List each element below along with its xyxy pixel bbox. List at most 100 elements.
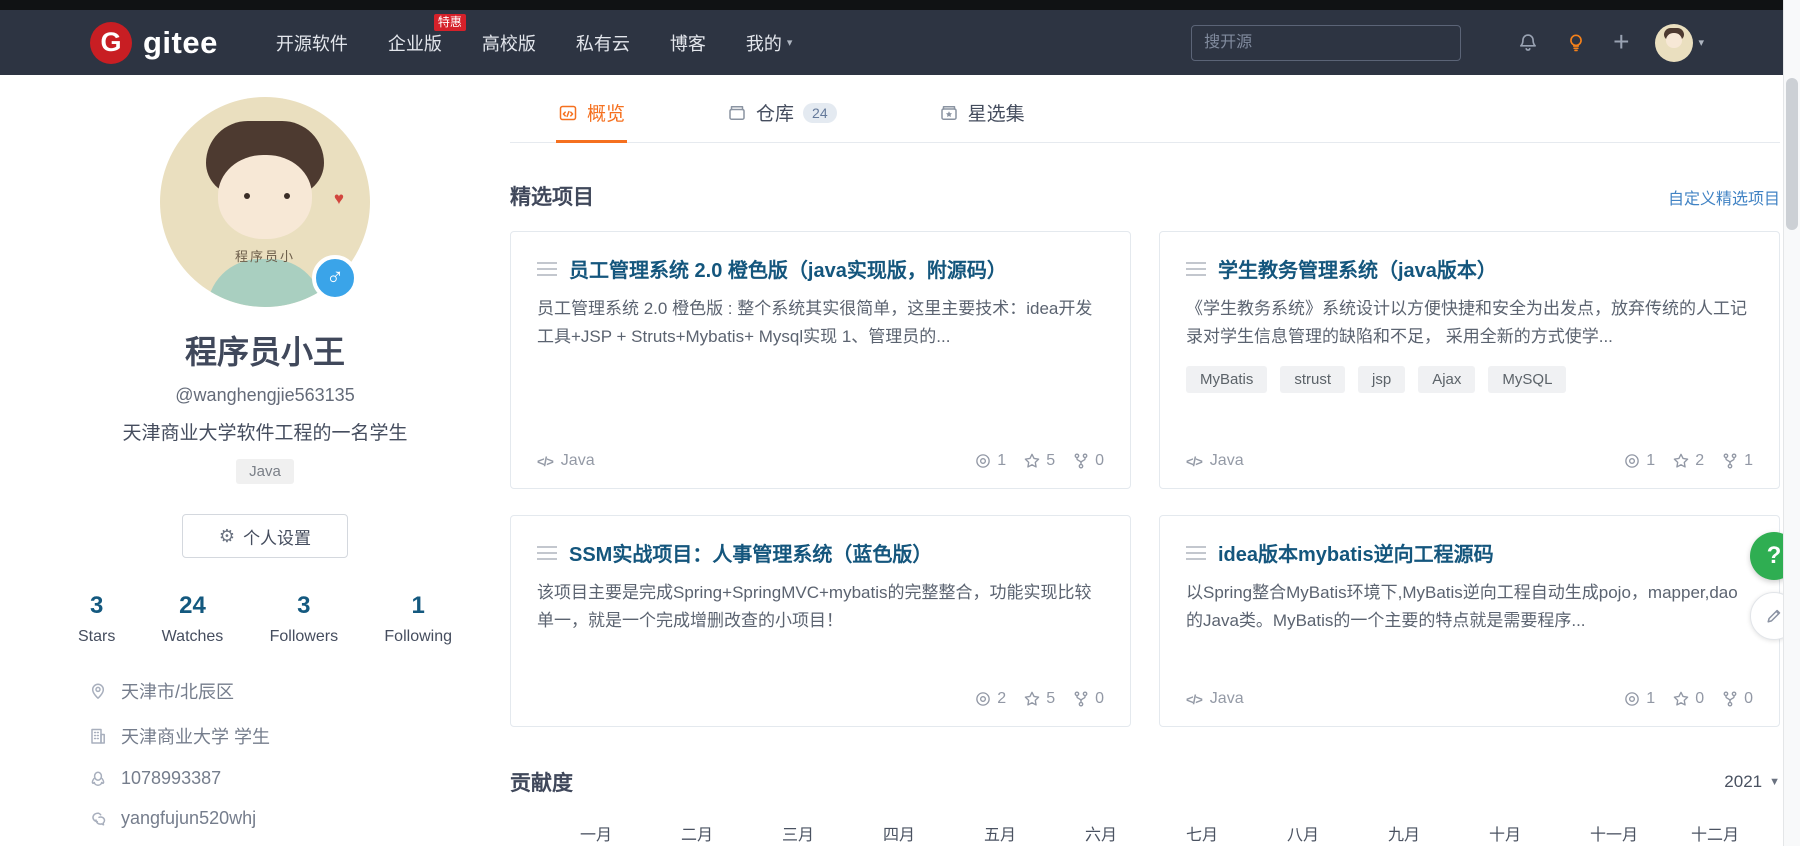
bell-icon[interactable] (1517, 32, 1539, 54)
profile-stat[interactable]: 24 Watches (162, 592, 224, 646)
drag-handle-icon[interactable] (537, 262, 557, 276)
profile-tabs: 概览 仓库 24 星选集 (510, 85, 1780, 143)
project-card: idea版本mybatis逆向工程源码 以Spring整合MyBatis环境下,… (1159, 515, 1780, 727)
watch-count[interactable]: 1 (974, 452, 1006, 470)
profile-detail: 天津商业大学 学生 (88, 723, 464, 749)
avatar (1655, 24, 1693, 62)
month-label: 十一月 (1578, 821, 1679, 845)
top-strip (0, 0, 1800, 10)
watch-count[interactable]: 2 (974, 690, 1006, 708)
project-tag[interactable]: jsp (1358, 366, 1405, 393)
fork-count[interactable]: 0 (1721, 690, 1753, 708)
fork-count[interactable]: 0 (1072, 690, 1104, 708)
star-count[interactable]: 0 (1672, 690, 1704, 708)
gear-icon: ⚙ (219, 526, 235, 547)
month-label: 八月 (1275, 821, 1376, 845)
fork-icon (1072, 690, 1090, 708)
plus-icon[interactable]: + (1613, 28, 1629, 57)
project-tag[interactable]: strust (1280, 366, 1345, 393)
project-tag[interactable]: Ajax (1418, 366, 1475, 393)
project-title-link[interactable]: 员工管理系统 2.0 橙色版（java实现版，附源码） (569, 254, 1007, 283)
fork-count[interactable]: 1 (1721, 452, 1753, 470)
profile-details: 天津市/北辰区 天津商业大学 学生 1078993387 yangfujun52… (66, 678, 464, 846)
watch-count[interactable]: 1 (1623, 452, 1655, 470)
year-selector[interactable]: 2021 ▼ (1724, 772, 1780, 792)
pencil-icon (1764, 606, 1784, 626)
project-language: </> Java (1186, 690, 1244, 708)
project-language: </> Java (537, 452, 595, 470)
nav-item[interactable]: 开源软件 (276, 30, 348, 56)
navbar: G gitee 开源软件 企业版 特惠 高校版 私有云 博客 我的 ▾ + ▾ (0, 10, 1800, 75)
male-icon: ♂ (312, 255, 358, 301)
profile-stat[interactable]: 1 Following (384, 592, 452, 646)
profile-stats: 3 Stars 24 Watches 3 Followers 1 Followi… (66, 592, 464, 646)
project-tag[interactable]: MySQL (1488, 366, 1566, 393)
chevron-down-icon: ▾ (1698, 36, 1704, 49)
month-label: 九月 (1376, 821, 1477, 845)
project-tag[interactable]: MyBatis (1186, 366, 1267, 393)
month-label: 十月 (1477, 821, 1578, 845)
star-icon (1672, 452, 1690, 470)
profile-stat[interactable]: 3 Followers (270, 592, 338, 646)
tab[interactable]: 仓库 24 (725, 85, 839, 143)
chevron-down-icon: ▼ (1769, 776, 1780, 788)
settings-button[interactable]: ⚙ 个人设置 (182, 514, 348, 558)
project-title-link[interactable]: idea版本mybatis逆向工程源码 (1218, 538, 1494, 567)
project-description: 该项目主要是完成Spring+SpringMVC+mybatis的完整整合，功能… (537, 579, 1104, 634)
featured-projects-grid: 员工管理系统 2.0 橙色版（java实现版，附源码） 员工管理系统 2.0 橙… (510, 231, 1780, 727)
profile-stat[interactable]: 3 Stars (78, 592, 115, 646)
profile-sidebar: ♥ 程序员小 ♂ 程序员小王 @wanghengjie563135 天津商业大学… (66, 75, 464, 846)
tab[interactable]: 概览 (556, 85, 627, 143)
location-icon (88, 681, 108, 701)
nav-item[interactable]: 企业版 特惠 (388, 30, 442, 56)
code-icon: </> (537, 454, 553, 469)
tab[interactable]: 星选集 (937, 85, 1027, 143)
drag-handle-icon[interactable] (1186, 546, 1206, 560)
star-icon (1023, 452, 1041, 470)
gitee-logo-icon: G (90, 22, 132, 64)
drag-handle-icon[interactable] (537, 546, 557, 560)
qq-icon (88, 769, 108, 789)
nav-item[interactable]: 我的 ▾ (746, 30, 793, 56)
project-language: </> Java (1186, 452, 1244, 470)
nav-item[interactable]: 博客 (670, 30, 706, 56)
profile-bio: 天津商业大学软件工程的一名学生 (66, 418, 464, 445)
eye-icon (974, 452, 992, 470)
project-description: 员工管理系统 2.0 橙色版 : 整个系统其实很简单，这里主要技术：idea开发… (537, 295, 1104, 350)
project-title-link[interactable]: SSM实战项目：人事管理系统（蓝色版） (569, 538, 932, 567)
eye-icon (974, 690, 992, 708)
search-input[interactable] (1191, 25, 1461, 61)
drag-handle-icon[interactable] (1186, 262, 1206, 276)
star-collection-icon (939, 103, 959, 123)
bulb-icon[interactable] (1565, 32, 1587, 54)
contribution-months: 一月二月三月四月五月六月七月八月九月十月十一月十二月 (568, 821, 1780, 845)
project-tags: MyBatis strust jsp Ajax MySQL (1186, 366, 1753, 393)
watch-count[interactable]: 1 (1623, 690, 1655, 708)
fork-icon (1721, 690, 1739, 708)
project-card: SSM实战项目：人事管理系统（蓝色版） 该项目主要是完成Spring+Sprin… (510, 515, 1131, 727)
fork-count[interactable]: 0 (1072, 452, 1104, 470)
user-menu[interactable]: ▾ (1655, 24, 1704, 62)
scrollbar-thumb[interactable] (1786, 78, 1798, 230)
profile-detail: 天津市/北辰区 (88, 678, 464, 704)
skill-tag[interactable]: Java (236, 459, 294, 484)
repo-icon (727, 103, 747, 123)
gitee-logo[interactable]: G gitee (90, 22, 218, 64)
page-scrollbar (1783, 0, 1800, 846)
promo-badge: 特惠 (434, 14, 466, 31)
month-label: 四月 (871, 821, 972, 845)
code-icon: </> (1186, 454, 1202, 469)
customize-featured-link[interactable]: 自定义精选项目 (1668, 185, 1780, 209)
month-label: 七月 (1174, 821, 1275, 845)
featured-projects-title: 精选项目 (510, 181, 594, 211)
star-count[interactable]: 5 (1023, 452, 1055, 470)
eye-icon (1623, 452, 1641, 470)
nav-item[interactable]: 高校版 (482, 30, 536, 56)
nav-item[interactable]: 私有云 (576, 30, 630, 56)
star-count[interactable]: 5 (1023, 690, 1055, 708)
nav-menu: 开源软件 企业版 特惠 高校版 私有云 博客 我的 ▾ (276, 30, 833, 56)
project-title-link[interactable]: 学生教务管理系统（java版本） (1218, 254, 1497, 283)
star-count[interactable]: 2 (1672, 452, 1704, 470)
contributions-title: 贡献度 (510, 767, 573, 797)
project-description: 《学生教务系统》系统设计以方便快捷和安全为出发点，放弃传统的人工记录对学生信息管… (1186, 295, 1753, 350)
